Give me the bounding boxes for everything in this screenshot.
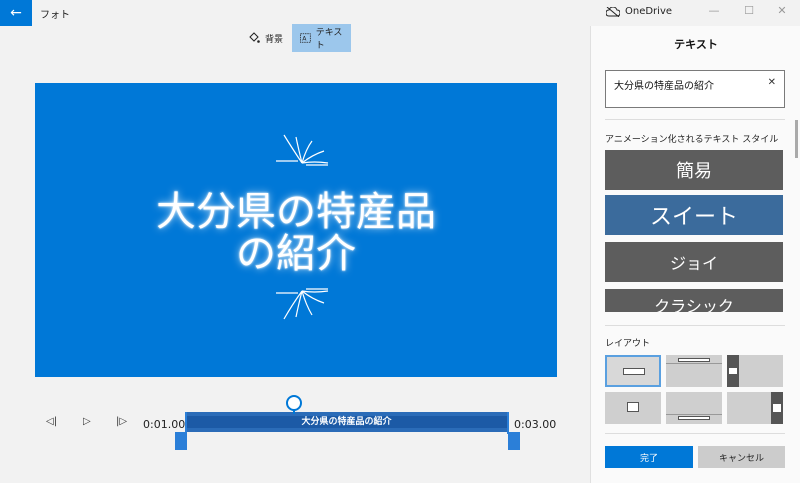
app-title: フォト [40, 10, 70, 21]
layout-top-banner[interactable] [666, 355, 722, 387]
back-button[interactable]: ← [0, 0, 32, 26]
maximize-button[interactable]: ☐ [739, 4, 759, 17]
paint-bucket-icon [249, 32, 260, 43]
animated-styles-label: アニメーション化されるテキスト スタイル [605, 135, 779, 145]
divider [605, 119, 785, 120]
onedrive-label: OneDrive [625, 6, 673, 17]
text-box-icon: A [300, 33, 311, 43]
playhead-line [293, 410, 295, 414]
video-preview: 大分県の特産品 の紹介 [35, 83, 557, 377]
next-frame-button[interactable]: |▷ [116, 416, 127, 427]
previous-frame-button[interactable]: ◁| [46, 416, 57, 427]
divider [605, 325, 785, 326]
layout-mark [678, 416, 710, 420]
start-handle-stem [185, 412, 187, 434]
title-text-value: 大分県の特産品の紹介 [614, 81, 714, 92]
style-option-simple[interactable]: 簡易 [605, 150, 783, 190]
close-button[interactable]: ✕ [772, 4, 792, 17]
style-option-sweet[interactable]: スイート [605, 195, 783, 235]
layout-center-small[interactable] [605, 392, 661, 424]
layout-right-side[interactable] [727, 392, 783, 424]
layout-mark [773, 404, 781, 412]
top-flourish-icon [276, 134, 329, 166]
layout-bottom-banner[interactable] [666, 392, 722, 424]
playhead-handle[interactable] [286, 395, 302, 411]
divider [605, 433, 785, 434]
minimize-button[interactable]: — [704, 4, 724, 17]
back-arrow-icon: ← [10, 5, 22, 21]
start-trim-handle[interactable] [175, 432, 187, 450]
layout-line [666, 414, 722, 415]
onedrive-status[interactable]: OneDrive [606, 6, 672, 17]
end-time: 0:03.00 [514, 418, 557, 431]
layout-line [666, 363, 722, 364]
cloud-off-icon [606, 6, 620, 17]
canvas-title-line2: の紹介 [236, 231, 356, 277]
title-bar: ← フォト OneDrive — ☐ ✕ [0, 0, 800, 26]
end-handle-stem [507, 412, 509, 434]
background-tab-button[interactable]: 背景 [240, 24, 291, 52]
clear-text-button[interactable]: ✕ [768, 77, 776, 88]
panel-title: テキスト [674, 38, 718, 51]
done-button[interactable]: 完了 [605, 446, 693, 468]
style-option-joy[interactable]: ジョイ [605, 242, 783, 282]
bottom-flourish-icon [276, 288, 329, 320]
canvas-title-line1: 大分県の特産品 [156, 189, 436, 235]
layout-mark [678, 358, 710, 362]
style-option-classic[interactable]: クラシック [605, 289, 783, 312]
panel-scrollbar[interactable] [795, 120, 798, 158]
layout-center[interactable] [605, 355, 661, 387]
timeline-track[interactable]: 大分県の特産品の紹介 [185, 412, 508, 432]
layout-mark [729, 368, 737, 374]
background-tab-label: 背景 [265, 34, 284, 45]
layout-left-side[interactable] [727, 355, 783, 387]
text-tab-label: テキスト [315, 28, 343, 51]
end-trim-handle[interactable] [508, 432, 520, 450]
style-option-label: 簡易 [676, 161, 712, 182]
start-time: 0:01.00 [143, 418, 186, 431]
text-tab-button[interactable]: A テキスト [292, 24, 351, 52]
play-button[interactable]: ▷ [83, 416, 91, 427]
style-option-label: クラシック [654, 297, 734, 312]
svg-text:A: A [302, 35, 307, 42]
layout-mark [627, 402, 639, 412]
track-label: 大分県の特産品の紹介 [185, 416, 508, 428]
style-option-label: ジョイ [669, 254, 718, 273]
title-text-input[interactable]: 大分県の特産品の紹介 ✕ [605, 70, 785, 108]
layout-mark [623, 368, 645, 375]
cancel-button[interactable]: キャンセル [698, 446, 785, 468]
style-option-label: スイート [649, 205, 738, 230]
layout-label: レイアウト [605, 339, 651, 349]
